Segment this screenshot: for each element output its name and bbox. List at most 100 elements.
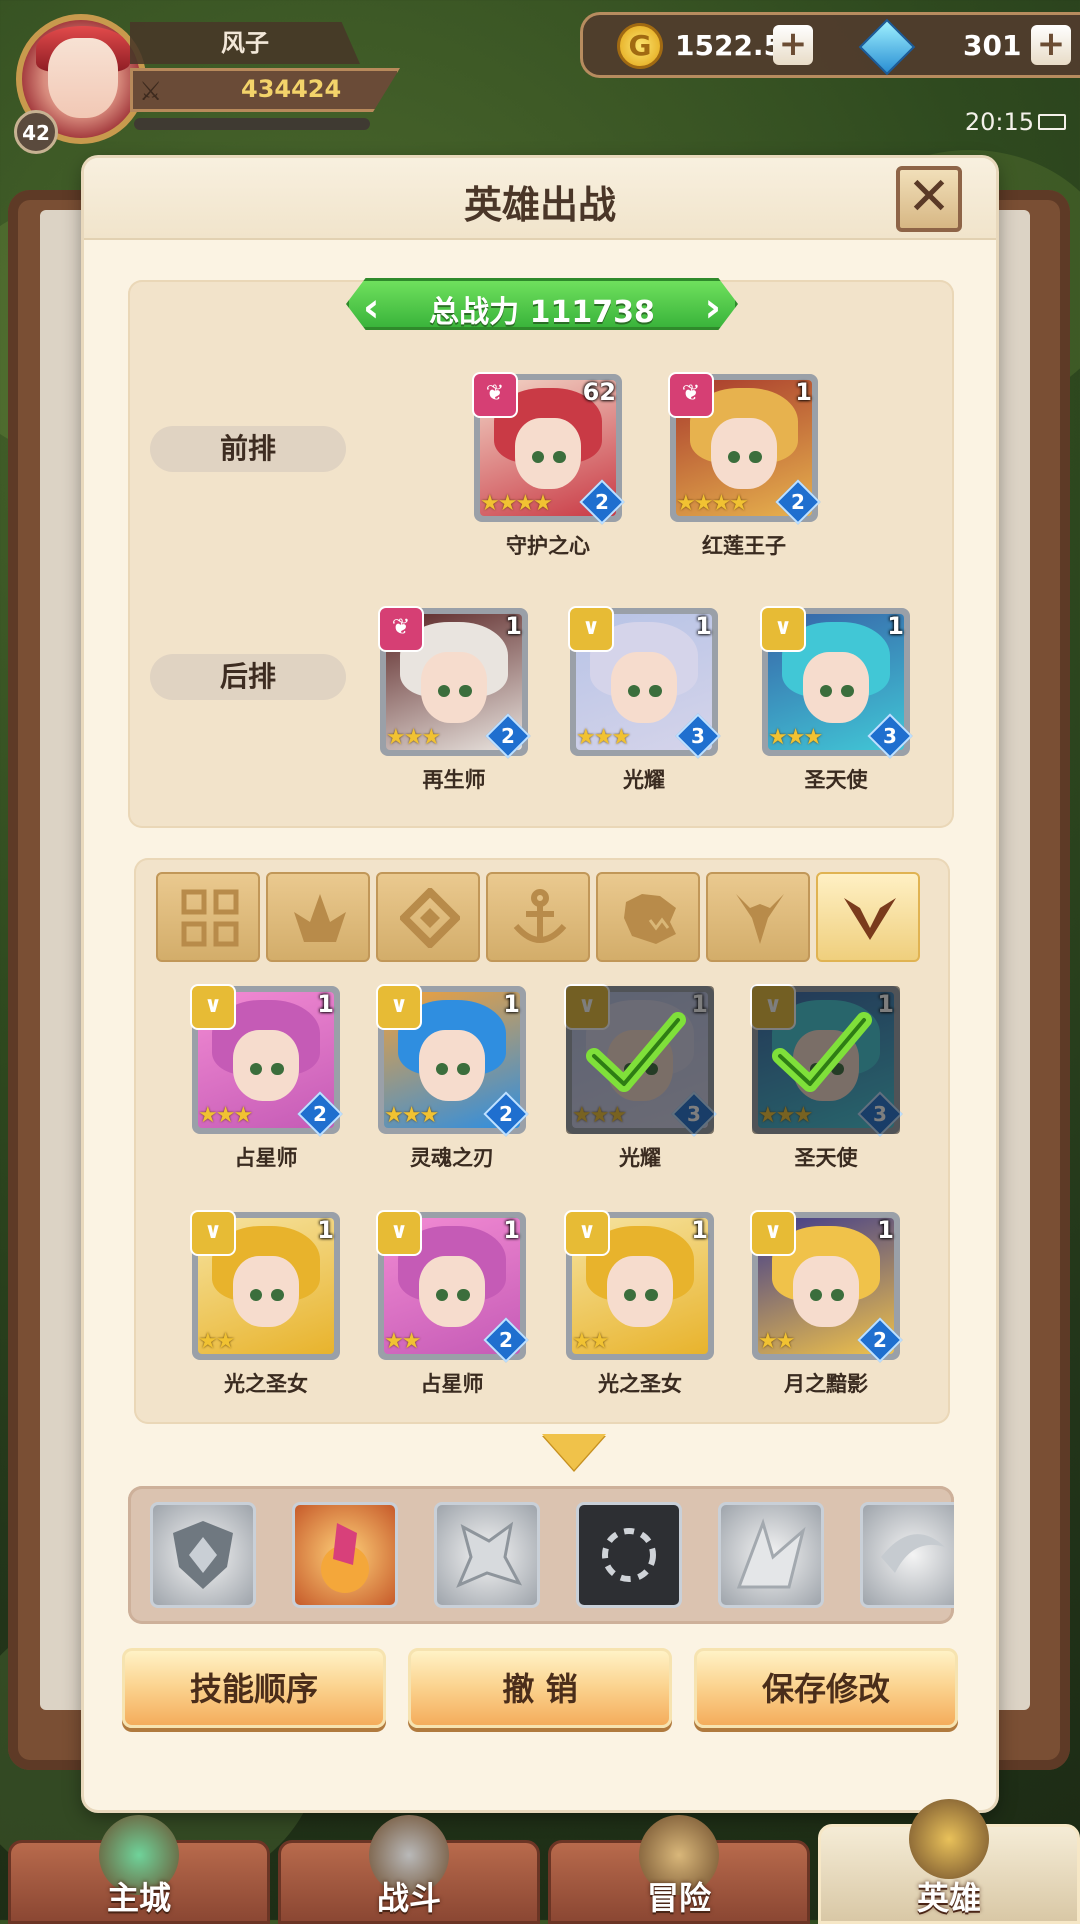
hero-level: 1 <box>317 990 334 1018</box>
hero-eye <box>435 1288 448 1301</box>
back-row-label: 后排 <box>150 654 346 700</box>
hero-level: 62 <box>582 378 616 406</box>
hero-stars: ★★ <box>384 1329 421 1354</box>
nav-tab-3[interactable]: 英雄 <box>818 1799 1080 1924</box>
hero-card[interactable]: ∨1★★★3 <box>760 606 913 759</box>
scroll-down-arrow-icon[interactable] <box>542 1434 606 1470</box>
hero-face <box>515 418 581 489</box>
bottom-navigation: 主城 战斗 冒险 英雄 <box>0 1799 1080 1924</box>
avatar-face <box>48 38 118 118</box>
light-faction-icon: ∨ <box>760 606 806 652</box>
light-faction-icon: ∨ <box>190 1210 236 1256</box>
hero-name: 守护之心 <box>506 534 590 558</box>
hero-name: 占星师 <box>234 1146 298 1170</box>
hero-eye <box>271 1062 284 1075</box>
hero-eye <box>627 684 640 697</box>
hero-eye <box>271 1288 284 1301</box>
pink-faction-icon: ❦ <box>378 606 424 652</box>
player-level-badge: 42 <box>14 110 58 154</box>
hero-eye <box>459 684 472 697</box>
save-changes-button[interactable]: 保存修改 <box>694 1648 958 1728</box>
selected-check-icon <box>752 986 900 1134</box>
hero-card[interactable]: ❦ 1 ★★★★ 2 <box>668 372 821 525</box>
skill-slot[interactable] <box>576 1502 682 1608</box>
filter-beast-faction-button[interactable] <box>596 872 700 962</box>
hero-card[interactable]: ❦ 1 ★★★ 2 <box>378 606 531 759</box>
hero-stars: ★★★ <box>576 725 631 750</box>
hero-card[interactable]: ∨ 1 ★★ <box>190 1210 340 1360</box>
hero-eye <box>645 1288 658 1301</box>
skill-strip <box>128 1486 954 1624</box>
filter-light-faction-button[interactable] <box>816 872 920 962</box>
hero-card[interactable]: ∨1★★★3 <box>750 984 903 1137</box>
undo-button[interactable]: 撤 销 <box>408 1648 672 1728</box>
hero-eye <box>809 1288 822 1301</box>
hero-card[interactable]: ∨ 1 ★★ <box>564 1210 714 1360</box>
hero-stars: ★★★★ <box>676 491 749 516</box>
gem-amount: 301 <box>963 29 1022 62</box>
player-name: 风子 <box>130 22 360 64</box>
hero-eye <box>457 1062 470 1075</box>
nav-tab-1[interactable]: 战斗 <box>278 1815 540 1924</box>
light-faction-icon: ∨ <box>564 1210 610 1256</box>
add-gems-button[interactable]: + <box>1031 25 1071 65</box>
hero-card[interactable]: ❦ 62 ★★★★ 2 <box>472 372 625 525</box>
total-power-text: 总战力 111738 <box>429 295 655 330</box>
hero-rank-value: 3 <box>883 724 897 748</box>
crossed-swords-icon: ⚔ <box>139 77 163 107</box>
hero-stars: ★★★ <box>198 1103 253 1128</box>
hero-roster-panel: ∨1★★★2占星师∨1★★★2灵魂之刃∨1★★★3光耀∨1★★★3圣天使∨1★★… <box>134 858 950 1424</box>
hero-eye <box>553 450 566 463</box>
hero-face <box>419 1256 485 1327</box>
hero-eye <box>531 450 544 463</box>
front-row-label: 前排 <box>150 426 346 472</box>
filter-leaf-faction-button[interactable] <box>266 872 370 962</box>
hero-stars: ★★★ <box>386 725 441 750</box>
hero-level: 1 <box>691 1216 708 1244</box>
hero-face <box>233 1256 299 1327</box>
hero-stars: ★★ <box>198 1329 235 1354</box>
skill-slot[interactable] <box>718 1502 824 1608</box>
hero-name: 光之圣女 <box>598 1372 682 1396</box>
light-faction-icon: ∨ <box>568 606 614 652</box>
hero-name: 光耀 <box>623 768 665 792</box>
nav-tab-0[interactable]: 主城 <box>8 1815 270 1924</box>
filter-anchor-faction-button[interactable] <box>486 872 590 962</box>
hero-eye <box>623 1288 636 1301</box>
hero-card[interactable]: ∨ 1 ★★ 2 <box>750 1210 903 1363</box>
hero-eye <box>437 684 450 697</box>
hero-face <box>233 1030 299 1101</box>
hero-face <box>607 1256 673 1327</box>
hero-card[interactable]: ∨1★★★3 <box>564 984 717 1137</box>
add-gold-button[interactable]: + <box>773 25 813 65</box>
filter-diamond-faction-button[interactable] <box>376 872 480 962</box>
skill-slot[interactable] <box>150 1502 256 1608</box>
hero-name: 光之圣女 <box>224 1372 308 1396</box>
total-power-banner: ‹ 总战力 111738 › <box>346 278 738 330</box>
hero-eye <box>249 1288 262 1301</box>
skill-slot[interactable] <box>292 1502 398 1608</box>
hero-name: 月之黯影 <box>784 1372 868 1396</box>
hero-eye <box>831 1288 844 1301</box>
hero-eye <box>819 684 832 697</box>
hero-level: 1 <box>317 1216 334 1244</box>
hero-stars: ★★ <box>572 1329 609 1354</box>
close-button[interactable]: ✕ <box>896 166 962 232</box>
hero-card[interactable]: ∨ 1 ★★ 2 <box>376 1210 529 1363</box>
hero-card[interactable]: ∨ 1 ★★★ 2 <box>376 984 529 1137</box>
filter-grid-button[interactable] <box>156 872 260 962</box>
skill-order-button[interactable]: 技能顺序 <box>122 1648 386 1728</box>
hero-rank-value: 2 <box>499 1102 513 1126</box>
hero-card[interactable]: ∨ 1 ★★★ 2 <box>190 984 343 1137</box>
hero-card[interactable]: ∨1★★★3 <box>568 606 721 759</box>
nav-tab-label: 战斗 <box>376 1879 441 1917</box>
skill-slot[interactable] <box>434 1502 540 1608</box>
skill-slot[interactable] <box>860 1502 954 1608</box>
nav-tab-2[interactable]: 冒险 <box>548 1815 810 1924</box>
hero-level: 1 <box>503 990 520 1018</box>
filter-horn-faction-button[interactable] <box>706 872 810 962</box>
hero-level: 1 <box>503 1216 520 1244</box>
player-power-plate: ⚔ 434424 <box>130 68 400 112</box>
hero-helmet-icon <box>909 1799 989 1879</box>
chevron-right-icon: › <box>704 285 721 331</box>
